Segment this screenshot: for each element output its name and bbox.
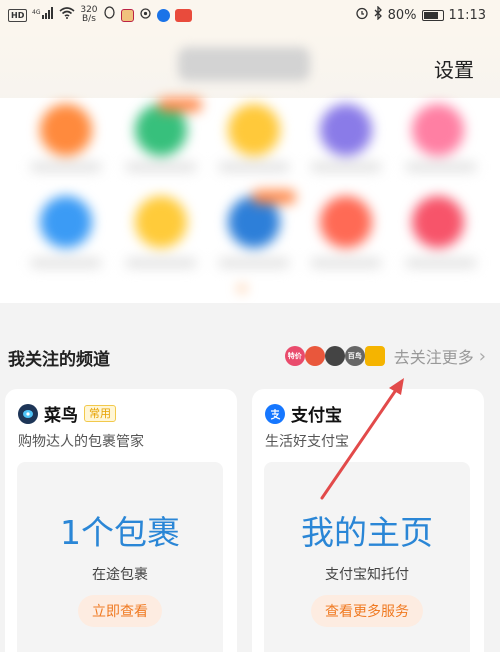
shortcut-label [30,162,102,172]
shortcut-icon [228,104,280,156]
card-header: 支付宝 [265,401,342,426]
card-content: 我的主页 支付宝知托付 查看更多服务 [264,462,470,652]
card-title: 支付宝 [291,406,342,426]
shortcut-label [125,162,197,172]
alipay-logo-icon [265,403,285,424]
shortcut-label [310,258,382,268]
clock-time: 11:13 [448,7,486,23]
settings-button[interactable]: 设置 [434,54,474,83]
shortcut-label [30,258,102,268]
shortcut-icon [40,196,92,248]
followed-channel-avatar: 特价 [284,346,305,366]
signal-icon: 4G [32,6,54,24]
view-now-button[interactable]: 立即查看 [78,595,162,627]
package-status: 在途包裹 [92,567,148,583]
card-content: 1个包裹 在途包裹 立即查看 [17,462,223,652]
card-subtitle: 购物达人的包裹管家 [18,434,144,450]
promo-tag [252,190,296,204]
shortcut-icon [40,104,92,156]
page-indicator [238,286,246,291]
shortcut-label [218,162,290,172]
channels-title: 我关注的频道 [8,350,110,370]
chevron-right-icon: › [478,345,486,367]
follow-more-label[interactable]: 去关注更多 [394,344,474,368]
alipay-slogan: 支付宝知托付 [325,567,409,583]
app-notification-icon [120,8,134,22]
followed-channel-avatar [324,346,345,366]
settings-notify-icon [139,7,152,24]
qq-icon [103,6,116,24]
card-title: 菜鸟 [44,406,78,426]
shortcut-icon [135,196,187,248]
network-type-label: 4G [32,9,41,16]
followed-channel-avatar: 百鸟 [344,346,365,366]
wifi-icon [59,7,75,23]
shortcut-label [218,258,290,268]
cainiao-logo-icon [18,403,38,424]
status-right: 80% 11:13 [355,5,486,24]
app-badge-icon [174,8,192,22]
shortcut-grid-blurred [0,98,500,303]
frequent-badge: 常用 [84,405,116,422]
shortcut-label [310,162,382,172]
followed-channel-avatar [364,346,385,366]
status-bar: HD 4G 320 B/s 80% 11:13 [0,0,500,30]
speed-unit: B/s [81,14,96,24]
card-subtitle: 生活好支付宝 [265,434,349,450]
blur-overlay [0,98,500,303]
shortcut-label [125,258,197,268]
followed-channel-avatar [304,346,325,366]
header: 设置 [0,30,500,102]
alarm-icon [355,6,369,24]
channel-card-cainiao[interactable]: 菜鸟 常用 购物达人的包裹管家 1个包裹 在途包裹 立即查看 [5,389,237,652]
follow-more-link[interactable]: 特价 百鸟 去关注更多 › [284,344,486,368]
shortcut-icon [320,104,372,156]
browser-icon [156,8,170,22]
more-services-button[interactable]: 查看更多服务 [311,595,423,627]
shortcut-icon [320,196,372,248]
battery-percent: 80% [387,7,417,23]
hd-indicator: HD [8,8,28,22]
shortcut-label [405,162,477,172]
network-speed: 320 B/s [80,6,97,24]
shortcut-label [405,258,477,268]
battery-icon [421,9,444,21]
package-count: 1个包裹 [60,513,180,552]
status-left: HD 4G 320 B/s [8,6,192,24]
promo-tag [158,98,202,112]
blurred-username [178,47,310,81]
channel-card-alipay[interactable]: 支付宝 生活好支付宝 我的主页 支付宝知托付 查看更多服务 [252,389,484,652]
shortcut-icon [412,104,464,156]
bluetooth-icon [374,5,383,24]
card-header: 菜鸟 常用 [18,401,116,426]
shortcut-icon [412,196,464,248]
my-homepage-text: 我的主页 [301,513,433,552]
